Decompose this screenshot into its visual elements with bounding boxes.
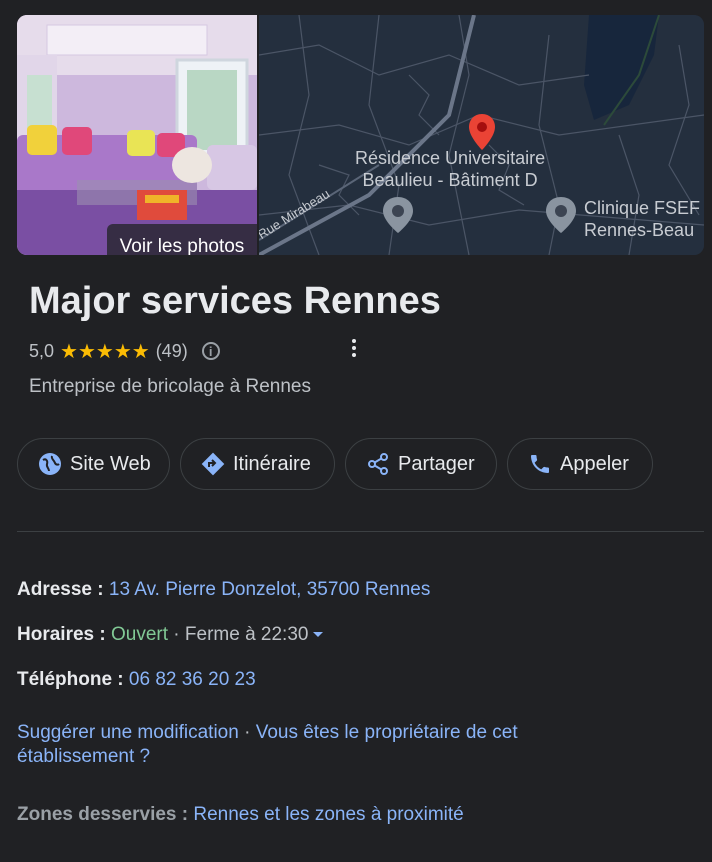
zones-link[interactable]: Rennes et les zones à proximité xyxy=(193,804,463,825)
review-count[interactable]: (49) xyxy=(156,341,188,362)
more-dot xyxy=(352,353,356,357)
rating-row: 5,0 ★★★★★ (49) i xyxy=(29,339,220,363)
living-room-image xyxy=(17,15,257,255)
place-label-clinique-line1: Clinique FSEF xyxy=(584,198,701,218)
chevron-down-icon xyxy=(313,631,324,637)
website-label: Site Web xyxy=(70,452,151,475)
share-button[interactable]: Partager xyxy=(345,438,497,490)
star-rating-icon: ★★★★★ xyxy=(60,340,150,363)
directions-button[interactable]: Itinéraire xyxy=(180,438,335,490)
website-button[interactable]: Site Web xyxy=(17,438,170,490)
place-label-residence-line2: Beaulieu - Bâtiment D xyxy=(362,170,538,190)
place-label-clinique-line2: Rennes-Beau xyxy=(584,220,695,240)
map-preview[interactable]: Rue Mirabeau Résidence Universitaire Bea… xyxy=(259,15,704,255)
more-dot xyxy=(352,346,356,350)
place-marker-icon xyxy=(383,197,413,233)
links-separator: · xyxy=(238,722,256,743)
hours-row: Horaires : Ouvert · Ferme à 22:30 xyxy=(17,624,324,646)
share-icon xyxy=(368,453,388,475)
call-button[interactable]: Appeler xyxy=(507,438,653,490)
zones-label: Zones desservies : xyxy=(17,804,189,825)
hours-label: Horaires : xyxy=(17,624,106,645)
rating-value: 5,0 xyxy=(29,340,55,361)
suggest-edit-link[interactable]: Suggérer une modification xyxy=(17,722,239,743)
location-pin-icon xyxy=(469,114,495,150)
hours-close-time: Ferme à 22:30 xyxy=(184,624,309,645)
address-label: Adresse : xyxy=(17,579,104,600)
address-row: Adresse : 13 Av. Pierre Donzelot, 35700 … xyxy=(17,579,430,601)
business-category: Entreprise de bricolage à Rennes xyxy=(29,376,312,397)
directions-icon xyxy=(201,452,225,476)
view-photos-label[interactable]: Voir les photos xyxy=(107,224,257,255)
phone-icon xyxy=(531,455,549,473)
address-link[interactable]: 13 Av. Pierre Donzelot, 35700 Rennes xyxy=(109,579,430,600)
more-dot xyxy=(352,339,356,343)
call-label: Appeler xyxy=(560,452,629,475)
action-buttons: Site Web Itinéraire Partager Appeler xyxy=(17,438,653,490)
hours-dropdown[interactable]: Ferme à 22:30 xyxy=(185,624,325,645)
place-label-residence: Résidence Universitaire Beaulieu - Bâtim… xyxy=(355,147,545,191)
more-options-icon[interactable] xyxy=(346,336,362,360)
zones-row: Zones desservies : Rennes et les zones à… xyxy=(17,804,464,826)
hours-status: Ouvert xyxy=(110,624,169,645)
business-photo[interactable]: Voir les photos xyxy=(17,15,257,255)
place-label-residence-line1: Résidence Universitaire xyxy=(355,148,546,168)
knowledge-panel: Voir les photos Rue Mirabeau Résidence U… xyxy=(0,0,712,862)
phone-row: Téléphone : 06 82 36 20 23 xyxy=(17,669,256,691)
place-marker-icon xyxy=(546,197,576,233)
edit-links: Suggérer une modification · Vous êtes le… xyxy=(17,721,617,769)
place-label-clinique: Clinique FSEF Rennes-Beau xyxy=(584,197,700,241)
directions-label: Itinéraire xyxy=(233,452,311,475)
hours-separator: · xyxy=(168,624,185,645)
info-icon[interactable]: i xyxy=(201,342,220,360)
globe-icon xyxy=(39,453,61,475)
divider xyxy=(17,531,704,532)
share-label: Partager xyxy=(398,452,475,475)
phone-link[interactable]: 06 82 36 20 23 xyxy=(129,669,256,690)
phone-label: Téléphone : xyxy=(17,669,124,690)
business-name: Major services Rennes xyxy=(29,280,441,322)
